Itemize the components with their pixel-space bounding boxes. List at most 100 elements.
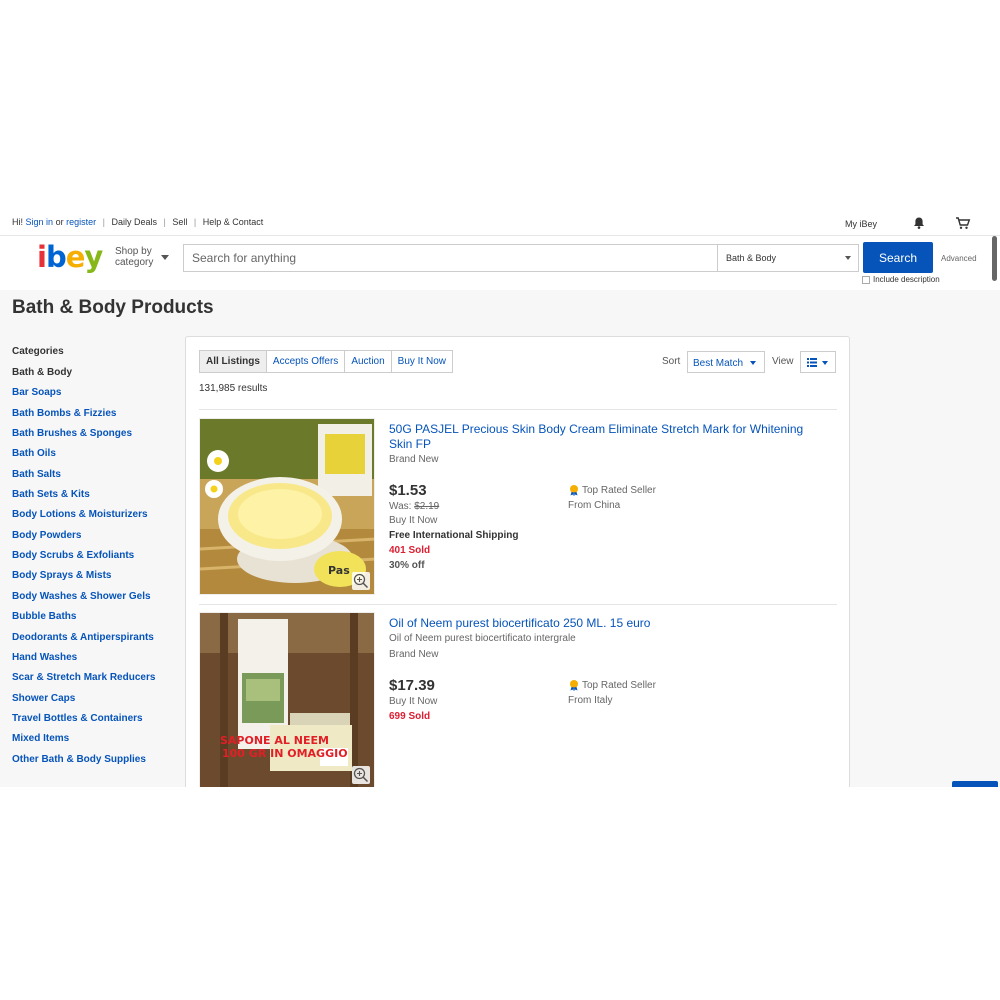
scrollbar-thumb[interactable] (992, 236, 997, 281)
daily-deals-link[interactable]: Daily Deals (111, 217, 157, 227)
listing-title-link[interactable]: Oil of Neem purest biocertificato 250 ML… (389, 616, 829, 631)
separator: | (163, 217, 166, 227)
view-dropdown[interactable] (800, 351, 836, 373)
listing-sold-count: 401 Sold (389, 545, 431, 556)
site-header: ibey Shop by category Bath & Body Search… (0, 236, 1000, 290)
tab-all-listings[interactable]: All Listings (200, 351, 267, 372)
include-description-checkbox[interactable]: Include description (862, 275, 940, 284)
listing-subtitle: Oil of Neem purest biocertificato interg… (389, 633, 576, 644)
sidebar-item[interactable]: Other Bath & Body Supplies (12, 754, 182, 774)
sidebar-item[interactable]: Bath Oils (12, 448, 182, 468)
listing-price: $17.39 (389, 677, 435, 694)
listing-item: Pas 50G PASJEL Precious Skin Body Cream … (199, 410, 837, 595)
sidebar-item[interactable]: Scar & Stretch Mark Reducers (12, 672, 182, 692)
shop-by-label: Shop by (115, 246, 152, 257)
sidebar-item[interactable]: Body Sprays & Mists (12, 570, 182, 590)
listing-was-price: Was: $2.19 (389, 501, 440, 512)
listing-condition: Brand New (389, 649, 439, 660)
image-caption-1: SAPONE AL NEEM (220, 734, 329, 747)
tab-accepts-offers[interactable]: Accepts Offers (266, 351, 346, 372)
chevron-down-icon (161, 255, 169, 260)
results-panel: All Listings Accepts Offers Auction Buy … (185, 336, 850, 787)
advanced-search-link[interactable]: Advanced (941, 254, 977, 263)
include-description-label: Include description (873, 275, 940, 284)
sidebar-item[interactable]: Body Lotions & Moisturizers (12, 509, 182, 529)
chevron-down-icon (845, 256, 851, 260)
shop-by-category-button[interactable]: Shop by category (115, 246, 153, 268)
results-count: 131,985 results (199, 383, 268, 394)
svg-text:Pas: Pas (328, 564, 350, 577)
sidebar-item[interactable]: Shower Caps (12, 693, 182, 713)
cart-icon[interactable] (955, 216, 971, 230)
sidebar-item[interactable]: Hand Washes (12, 652, 182, 672)
sidebar-item[interactable]: Bubble Baths (12, 611, 182, 631)
listing-sold-count: 699 Sold (389, 711, 431, 722)
sidebar-item[interactable]: Bath Bombs & Fizzies (12, 408, 182, 428)
tab-buy-it-now[interactable]: Buy It Now (391, 351, 453, 372)
sidebar-heading: Categories (12, 346, 64, 357)
listing-format: Buy It Now (389, 515, 438, 526)
category-select[interactable]: Bath & Body (717, 245, 859, 271)
list-view-icon (807, 358, 817, 367)
sidebar-item[interactable]: Bar Soaps (12, 387, 182, 407)
listing-shipping: Free International Shipping (389, 530, 519, 541)
sign-in-link[interactable]: Sign in (26, 217, 54, 227)
sort-label: Sort (662, 356, 681, 367)
sidebar-current-category: Bath & Body (12, 367, 72, 378)
ibey-logo[interactable]: ibey (37, 240, 103, 274)
checkbox-box[interactable] (862, 275, 870, 284)
listing-format: Buy It Now (389, 696, 438, 707)
listing-image[interactable]: SAPONE AL NEEM 100 GR IN OMAGGIO (199, 612, 375, 787)
listing-title-link[interactable]: 50G PASJEL Precious Skin Body Cream Elim… (389, 422, 829, 452)
page-title: Bath & Body Products (12, 297, 214, 318)
register-link[interactable]: register (66, 217, 96, 227)
sidebar-item[interactable]: Bath Sets & Kits (12, 489, 182, 509)
cream-jar-image: Pas (200, 419, 374, 594)
listing-discount: 30% off (389, 560, 425, 571)
zoom-icon[interactable] (352, 572, 370, 590)
tab-auction[interactable]: Auction (345, 351, 392, 372)
medal-icon (570, 485, 578, 496)
sort-dropdown[interactable]: Best Match (687, 351, 765, 373)
sidebar-item[interactable]: Bath Salts (12, 469, 182, 489)
sell-link[interactable]: Sell (172, 217, 187, 227)
listing-location: From China (568, 500, 621, 511)
sidebar-item[interactable]: Bath Brushes & Sponges (12, 428, 182, 448)
separator: | (193, 217, 197, 227)
listing-item: SAPONE AL NEEM 100 GR IN OMAGGIO Oil of … (199, 604, 837, 787)
or-text: or (55, 217, 64, 227)
top-rated-seller-badge: Top Rated Seller (568, 679, 656, 691)
top-rated-seller-badge: Top Rated Seller (568, 484, 656, 496)
sidebar-item[interactable]: Mixed Items (12, 733, 182, 753)
category-label: category (115, 257, 154, 268)
sidebar-item[interactable]: Body Powders (12, 530, 182, 550)
sidebar-item[interactable]: Travel Bottles & Containers (12, 713, 182, 733)
browser-viewport: Hi! Sign in or register | Daily Deals | … (0, 212, 1000, 787)
listing-image[interactable]: Pas (199, 418, 375, 595)
search-bar: Bath & Body (183, 244, 859, 272)
image-caption-2: 100 GR IN OMAGGIO (222, 747, 348, 760)
zoom-icon[interactable] (352, 766, 370, 784)
chevron-down-icon (822, 361, 828, 365)
sidebar-item[interactable]: Body Scrubs & Exfoliants (12, 550, 182, 570)
search-button[interactable]: Search (863, 242, 933, 273)
medal-icon (570, 680, 578, 691)
seller-badge-label: Top Rated Seller (582, 484, 656, 496)
bell-icon[interactable] (912, 216, 926, 230)
listing-condition: Brand New (389, 454, 439, 465)
greeting-text: Hi! (12, 217, 23, 227)
listing-location: From Italy (568, 695, 613, 706)
listing-type-tabs: All Listings Accepts Offers Auction Buy … (199, 350, 454, 373)
search-input[interactable] (184, 245, 716, 271)
sidebar-item[interactable]: Body Washes & Shower Gels (12, 591, 182, 611)
help-contact-link[interactable]: Help & Contact (203, 217, 264, 227)
sidebar-item[interactable]: Deodorants & Antiperspirants (12, 632, 182, 652)
separator: | (102, 217, 105, 227)
top-links: Hi! Sign in or register | Daily Deals | … (12, 217, 263, 227)
seller-badge-label: Top Rated Seller (582, 679, 656, 691)
my-ibey-link[interactable]: My iBey (845, 219, 877, 229)
category-select-value: Bath & Body (726, 253, 777, 263)
view-label: View (772, 356, 794, 367)
top-utility-bar: Hi! Sign in or register | Daily Deals | … (0, 212, 1000, 236)
feedback-tab[interactable] (952, 781, 998, 787)
